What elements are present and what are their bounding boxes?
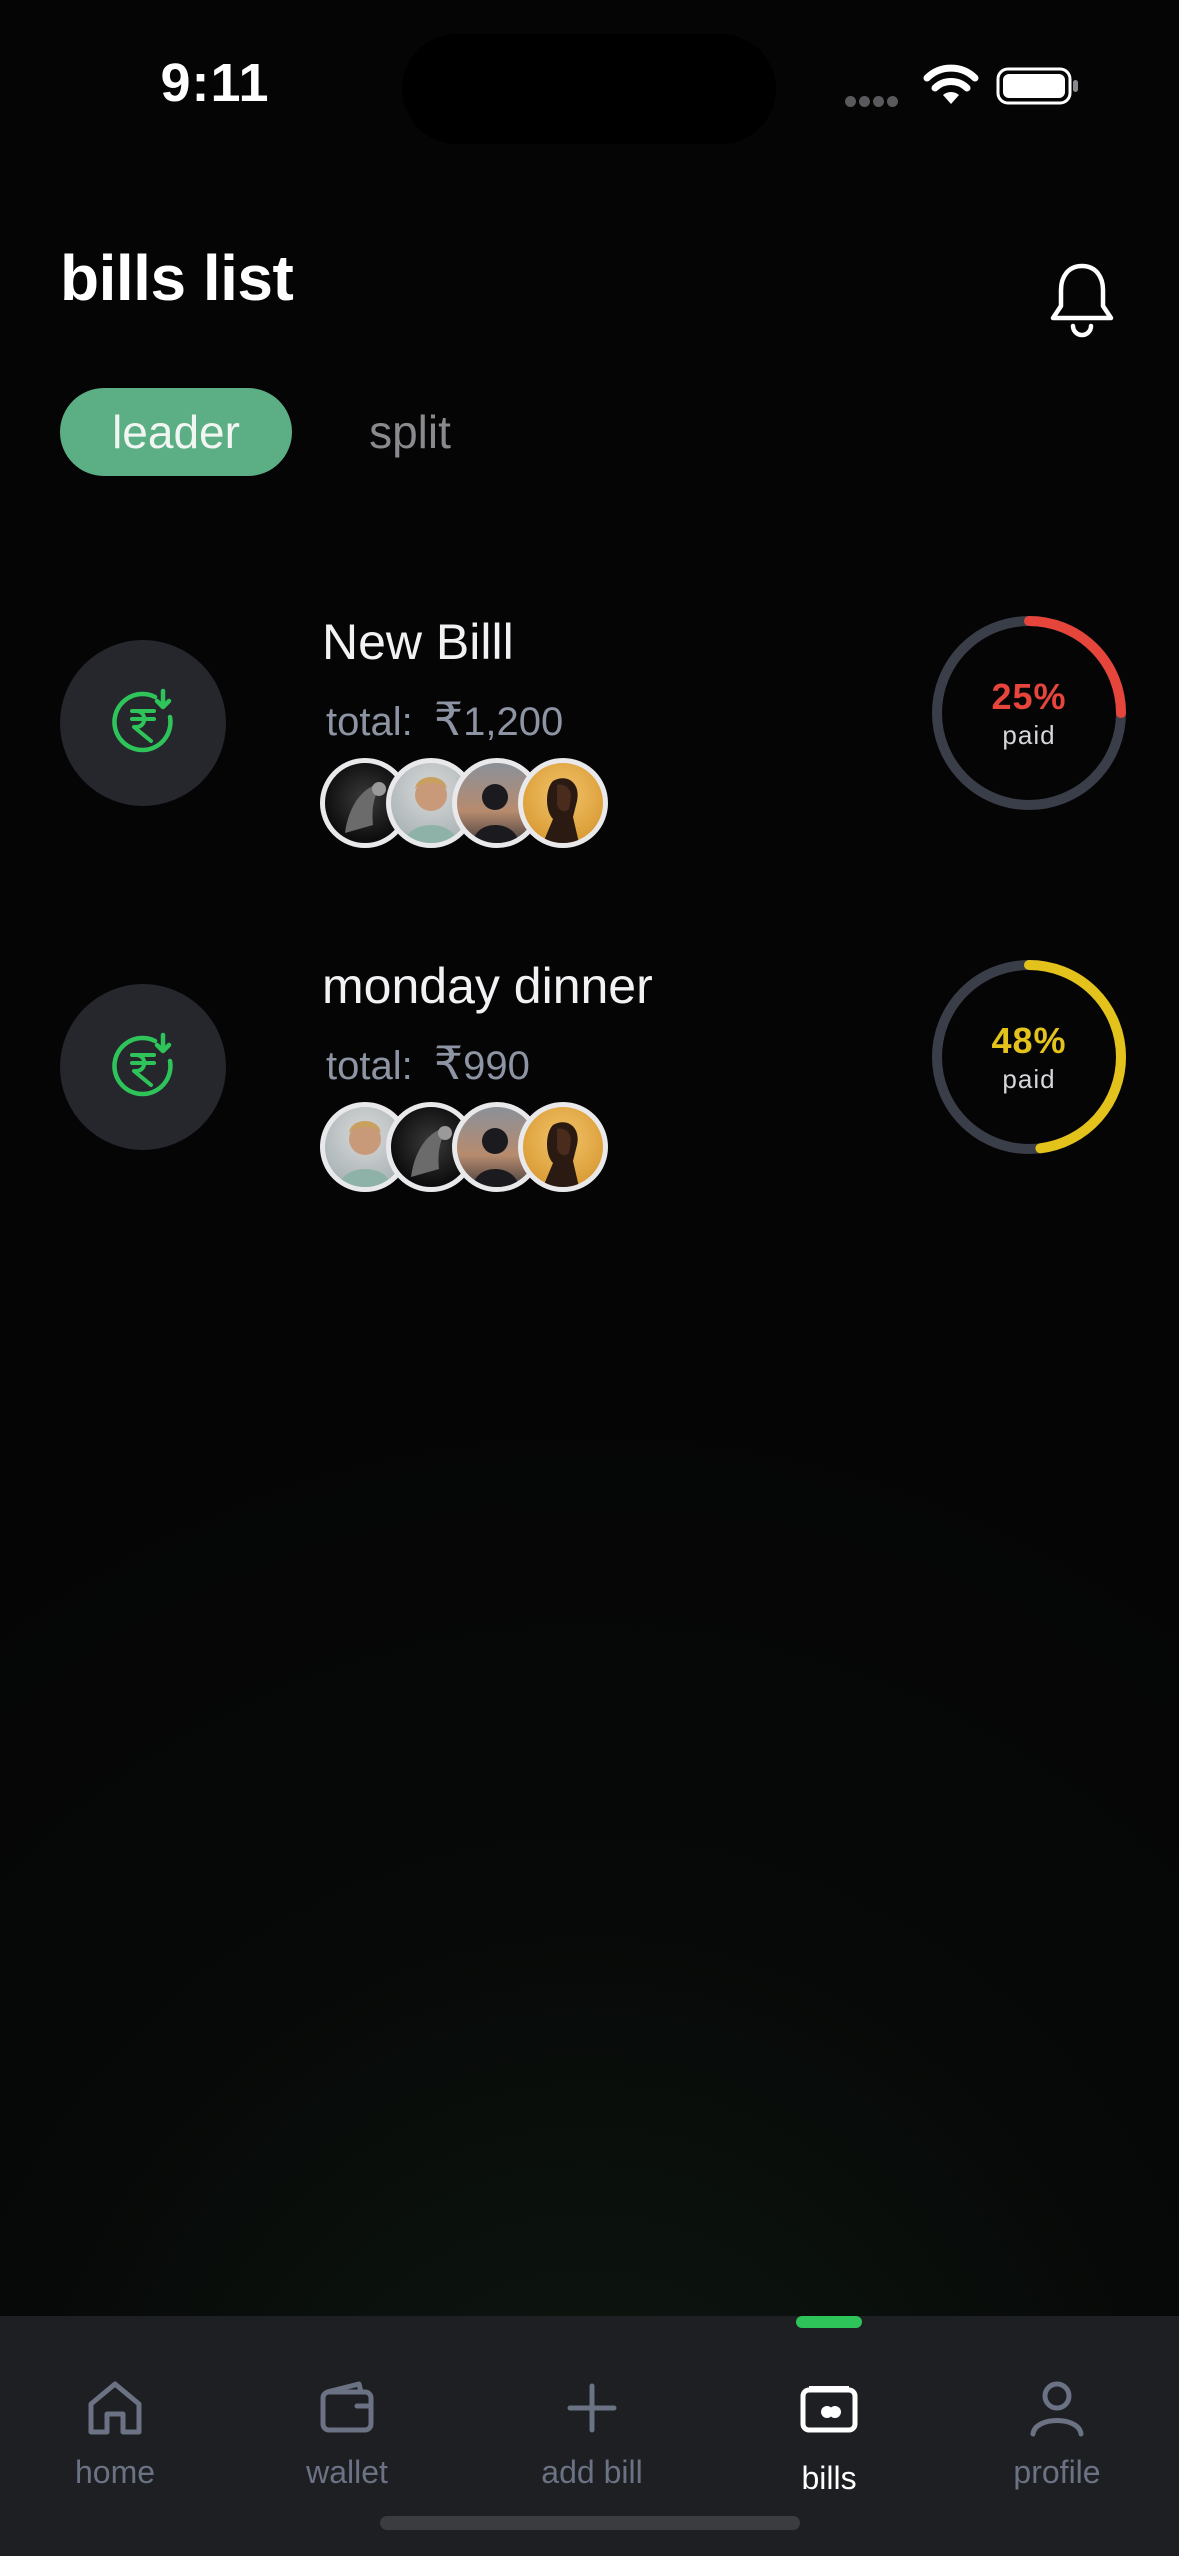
- bill-icon-badge: [60, 984, 226, 1150]
- bill-total-amount: ₹990: [434, 1037, 530, 1089]
- rupee-receive-icon: [112, 688, 173, 753]
- nav-wallet-label: wallet: [306, 2454, 388, 2490]
- tab-leader[interactable]: leader: [60, 388, 292, 476]
- nav-home[interactable]: home: [15, 2376, 215, 2506]
- bill-total: total: ₹1,200: [326, 692, 563, 749]
- nav-home-label: home: [74, 2454, 156, 2490]
- page-title: bills list: [60, 242, 294, 314]
- wallet-icon: [320, 2381, 374, 2433]
- home-indicator: [380, 2516, 800, 2530]
- currency-symbol: ₹: [433, 1037, 464, 1089]
- nav-wallet[interactable]: wallet: [247, 2376, 447, 2506]
- status-time: 9:11: [160, 53, 270, 113]
- active-tab-indicator: [796, 2316, 862, 2328]
- profile-icon: [1030, 2381, 1084, 2437]
- bills-icon: [800, 2386, 858, 2433]
- bill-row[interactable]: New Billl total: ₹1,200 25% paid: [0, 610, 1179, 870]
- bill-total-amount: ₹1,200: [434, 693, 564, 745]
- bill-total-label: total:: [326, 1044, 413, 1088]
- bill-total-value: 990: [463, 1044, 530, 1088]
- home-icon: [88, 2381, 142, 2435]
- bell-icon: [1050, 263, 1114, 338]
- wifi-icon: [923, 64, 979, 104]
- battery-icon: [996, 67, 1078, 105]
- cellular-signal-icon: [845, 94, 905, 107]
- bill-row[interactable]: monday dinner total: ₹990 48% paid: [0, 954, 1179, 1214]
- status-bar: 9:11: [0, 0, 1179, 170]
- paid-progress-text: 48% paid: [928, 956, 1130, 1158]
- bill-total-value: 1,200: [463, 700, 564, 744]
- bill-icon-badge: [60, 640, 226, 806]
- bill-name: monday dinner: [322, 958, 653, 1014]
- tab-split[interactable]: split: [340, 388, 480, 476]
- paid-percent: 48%: [991, 1020, 1067, 1061]
- nav-bills[interactable]: bills: [729, 2376, 929, 2506]
- notifications-button[interactable]: [1038, 255, 1126, 343]
- bill-total-label: total:: [326, 700, 413, 744]
- paid-label: paid: [1002, 720, 1056, 750]
- dynamic-island: [402, 34, 776, 144]
- currency-symbol: ₹: [433, 693, 464, 745]
- bill-name: New Billl: [322, 614, 514, 670]
- nav-bills-label: bills: [801, 2460, 857, 2496]
- paid-percent: 25%: [991, 676, 1067, 717]
- paid-label: paid: [1002, 1064, 1056, 1094]
- nav-add-bill-label: add bill: [541, 2454, 643, 2490]
- paid-progress-text: 25% paid: [928, 612, 1130, 814]
- rupee-receive-icon: [112, 1032, 173, 1097]
- avatar: [518, 1102, 608, 1192]
- avatar: [518, 758, 608, 848]
- nav-profile[interactable]: profile: [957, 2376, 1157, 2506]
- bills-screen: 9:11 bills list leader split New Billl t…: [0, 0, 1179, 2556]
- plus-icon: [567, 2383, 617, 2433]
- bill-total: total: ₹990: [326, 1036, 530, 1093]
- nav-add-bill[interactable]: add bill: [492, 2376, 692, 2506]
- nav-profile-label: profile: [1013, 2454, 1101, 2490]
